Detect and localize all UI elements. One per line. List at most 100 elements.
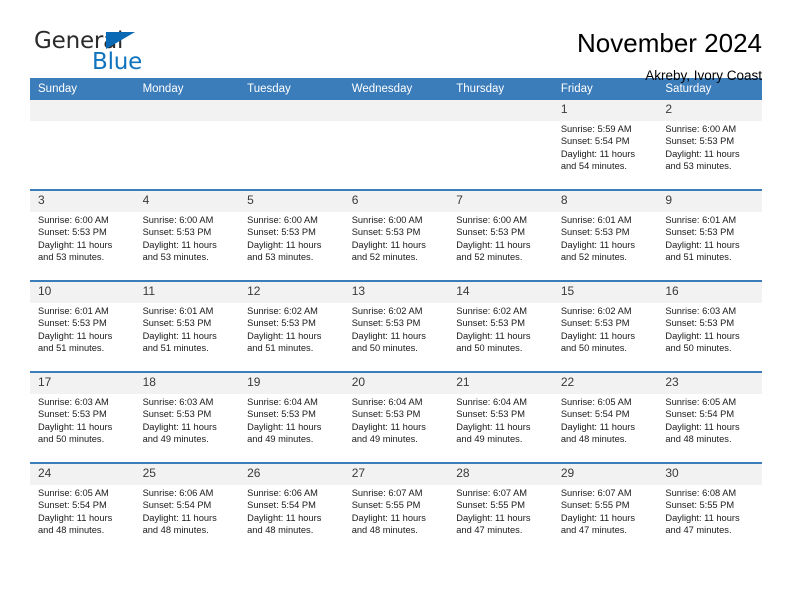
day-number[interactable]: 2 (657, 100, 762, 121)
day-sunrise-text: Sunrise: 6:02 AM (351, 306, 423, 316)
day-sunset-text: Sunset: 5:54 PM (142, 500, 212, 511)
day-number[interactable]: 9 (657, 189, 762, 212)
day-cell[interactable]: Sunrise: 6:03 AM Sunset: 5:53 PM Daylight:… (134, 394, 240, 463)
day-number-empty (448, 100, 553, 121)
day-daylight-line1-text: Daylight: 11 hours (560, 421, 636, 432)
day-cell[interactable]: Sunrise: 6:04 AM Sunset: 5:53 PM Daylight:… (448, 394, 553, 463)
day-number[interactable]: 15 (552, 280, 658, 303)
day-cell[interactable]: Sunrise: 6:07 AM Sunset: 5:55 PM Daylight:… (343, 485, 449, 553)
day-daylight-line1-text: Daylight: 11 hours (456, 330, 531, 341)
day-daylight-line1-text: Daylight: 11 hours (665, 512, 740, 523)
day-daylight-line1-text: Daylight: 11 hours (142, 239, 217, 250)
day-number[interactable]: 11 (134, 280, 240, 303)
day-cell[interactable]: Sunrise: 6:00 AM Sunset: 5:53 PM Daylight:… (30, 212, 135, 281)
day-number[interactable]: 28 (448, 462, 553, 485)
day-number[interactable]: 21 (448, 371, 553, 394)
day-cell[interactable]: Sunrise: 6:07 AM Sunset: 5:55 PM Daylight:… (448, 485, 553, 553)
day-number[interactable]: 10 (30, 280, 135, 303)
day-number[interactable]: 12 (239, 280, 344, 303)
day-cell[interactable]: Sunrise: 6:00 AM Sunset: 5:53 PM Daylight:… (657, 121, 762, 190)
calendar-table: Sunday Monday Tuesday Wednesday Thursday… (30, 78, 762, 553)
day-daylight-line1-text: Daylight: 11 hours (38, 512, 113, 523)
week-info-row: Sunrise: 5:59 AM Sunset: 5:54 PM Daylight:… (30, 121, 762, 190)
day-daylight-line1-text: Daylight: 11 hours (351, 421, 426, 432)
day-daylight-line2-text: and 49 minutes. (456, 434, 523, 445)
day-number[interactable]: 7 (448, 189, 553, 212)
day-number[interactable]: 23 (657, 371, 762, 394)
day-number[interactable]: 4 (134, 189, 240, 212)
day-daylight-line2-text: and 50 minutes. (351, 343, 418, 354)
day-cell[interactable]: Sunrise: 6:02 AM Sunset: 5:53 PM Daylight:… (239, 303, 344, 372)
day-daylight-line1-text: Daylight: 11 hours (247, 330, 322, 341)
general-blue-logo[interactable]: General Blue (30, 28, 210, 80)
day-cell[interactable]: Sunrise: 6:05 AM Sunset: 5:54 PM Daylight:… (657, 394, 762, 463)
day-cell[interactable]: Sunrise: 6:01 AM Sunset: 5:53 PM Daylight:… (657, 212, 762, 281)
day-cell[interactable]: Sunrise: 6:06 AM Sunset: 5:54 PM Daylight:… (239, 485, 344, 553)
day-number[interactable]: 22 (552, 371, 658, 394)
day-sunrise-text: Sunrise: 6:06 AM (247, 488, 318, 498)
day-sunrise-text: Sunrise: 6:00 AM (247, 215, 318, 225)
day-sunset-text: Sunset: 5:54 PM (247, 500, 316, 511)
day-number[interactable]: 24 (30, 462, 135, 485)
day-daylight-line1-text: Daylight: 11 hours (456, 239, 531, 250)
day-daylight-line1-text: Daylight: 11 hours (38, 330, 113, 341)
day-daylight-line2-text: and 48 minutes. (247, 525, 314, 536)
day-number[interactable]: 1 (552, 100, 658, 121)
day-sunset-text: Sunset: 5:53 PM (247, 227, 316, 238)
day-cell[interactable]: Sunrise: 6:07 AM Sunset: 5:55 PM Daylight:… (552, 485, 658, 553)
day-sunset-text: Sunset: 5:55 PM (351, 500, 421, 511)
day-sunrise-text: Sunrise: 6:03 AM (665, 306, 737, 316)
day-cell[interactable]: Sunrise: 6:01 AM Sunset: 5:53 PM Daylight:… (552, 212, 658, 281)
day-cell[interactable]: Sunrise: 6:05 AM Sunset: 5:54 PM Daylight:… (552, 394, 658, 463)
day-sunrise-text: Sunrise: 6:07 AM (351, 488, 423, 498)
day-sunrise-text: Sunrise: 6:05 AM (665, 397, 737, 407)
day-number[interactable]: 13 (343, 280, 449, 303)
day-number[interactable]: 6 (343, 189, 449, 212)
day-cell[interactable]: Sunrise: 6:05 AM Sunset: 5:54 PM Daylight:… (30, 485, 135, 553)
day-sunrise-text: Sunrise: 6:00 AM (142, 215, 214, 225)
day-daylight-line1-text: Daylight: 11 hours (351, 239, 426, 250)
day-cell[interactable]: Sunrise: 6:00 AM Sunset: 5:53 PM Daylight:… (343, 212, 449, 281)
day-cell[interactable]: Sunrise: 6:02 AM Sunset: 5:53 PM Daylight:… (343, 303, 449, 372)
day-number[interactable]: 14 (448, 280, 553, 303)
day-cell[interactable]: Sunrise: 6:00 AM Sunset: 5:53 PM Daylight:… (239, 212, 344, 281)
day-cell-empty (448, 121, 553, 190)
day-daylight-line1-text: Daylight: 11 hours (456, 421, 531, 432)
day-number[interactable]: 8 (552, 189, 658, 212)
day-number[interactable]: 16 (657, 280, 762, 303)
day-number[interactable]: 20 (343, 371, 449, 394)
week-info-row: Sunrise: 6:00 AM Sunset: 5:53 PM Daylight:… (30, 212, 762, 281)
day-number[interactable]: 18 (134, 371, 240, 394)
day-cell[interactable]: Sunrise: 6:00 AM Sunset: 5:53 PM Daylight:… (448, 212, 553, 281)
day-number[interactable]: 19 (239, 371, 344, 394)
day-cell[interactable]: Sunrise: 6:04 AM Sunset: 5:53 PM Daylight:… (239, 394, 344, 463)
day-cell[interactable]: Sunrise: 6:03 AM Sunset: 5:53 PM Daylight:… (657, 303, 762, 372)
day-cell[interactable]: Sunrise: 6:02 AM Sunset: 5:53 PM Daylight:… (552, 303, 658, 372)
day-sunrise-text: Sunrise: 6:03 AM (38, 397, 109, 407)
day-cell[interactable]: Sunrise: 6:04 AM Sunset: 5:53 PM Daylight:… (343, 394, 449, 463)
day-number[interactable]: 3 (30, 189, 135, 212)
day-sunset-text: Sunset: 5:53 PM (38, 227, 107, 238)
day-number[interactable]: 27 (343, 462, 449, 485)
day-sunrise-text: Sunrise: 6:08 AM (665, 488, 737, 498)
day-number[interactable]: 25 (134, 462, 240, 485)
day-cell[interactable]: Sunrise: 5:59 AM Sunset: 5:54 PM Daylight:… (552, 121, 658, 190)
day-daylight-line2-text: and 47 minutes. (560, 525, 627, 536)
day-number[interactable]: 26 (239, 462, 344, 485)
day-number-empty (30, 100, 135, 121)
day-cell[interactable]: Sunrise: 6:02 AM Sunset: 5:53 PM Daylight:… (448, 303, 553, 372)
day-cell[interactable]: Sunrise: 6:08 AM Sunset: 5:55 PM Daylight:… (657, 485, 762, 553)
day-number[interactable]: 5 (239, 189, 344, 212)
day-number[interactable]: 30 (657, 462, 762, 485)
day-cell[interactable]: Sunrise: 6:00 AM Sunset: 5:53 PM Daylight:… (134, 212, 240, 281)
day-sunset-text: Sunset: 5:53 PM (142, 409, 212, 420)
day-cell[interactable]: Sunrise: 6:06 AM Sunset: 5:54 PM Daylight:… (134, 485, 240, 553)
day-number[interactable]: 17 (30, 371, 135, 394)
day-number[interactable]: 29 (552, 462, 658, 485)
day-daylight-line2-text: and 50 minutes. (38, 434, 105, 445)
day-cell[interactable]: Sunrise: 6:03 AM Sunset: 5:53 PM Daylight:… (30, 394, 135, 463)
day-sunset-text: Sunset: 5:53 PM (142, 227, 212, 238)
day-sunset-text: Sunset: 5:53 PM (351, 227, 421, 238)
day-cell[interactable]: Sunrise: 6:01 AM Sunset: 5:53 PM Daylight:… (134, 303, 240, 372)
day-cell[interactable]: Sunrise: 6:01 AM Sunset: 5:53 PM Daylight:… (30, 303, 135, 372)
